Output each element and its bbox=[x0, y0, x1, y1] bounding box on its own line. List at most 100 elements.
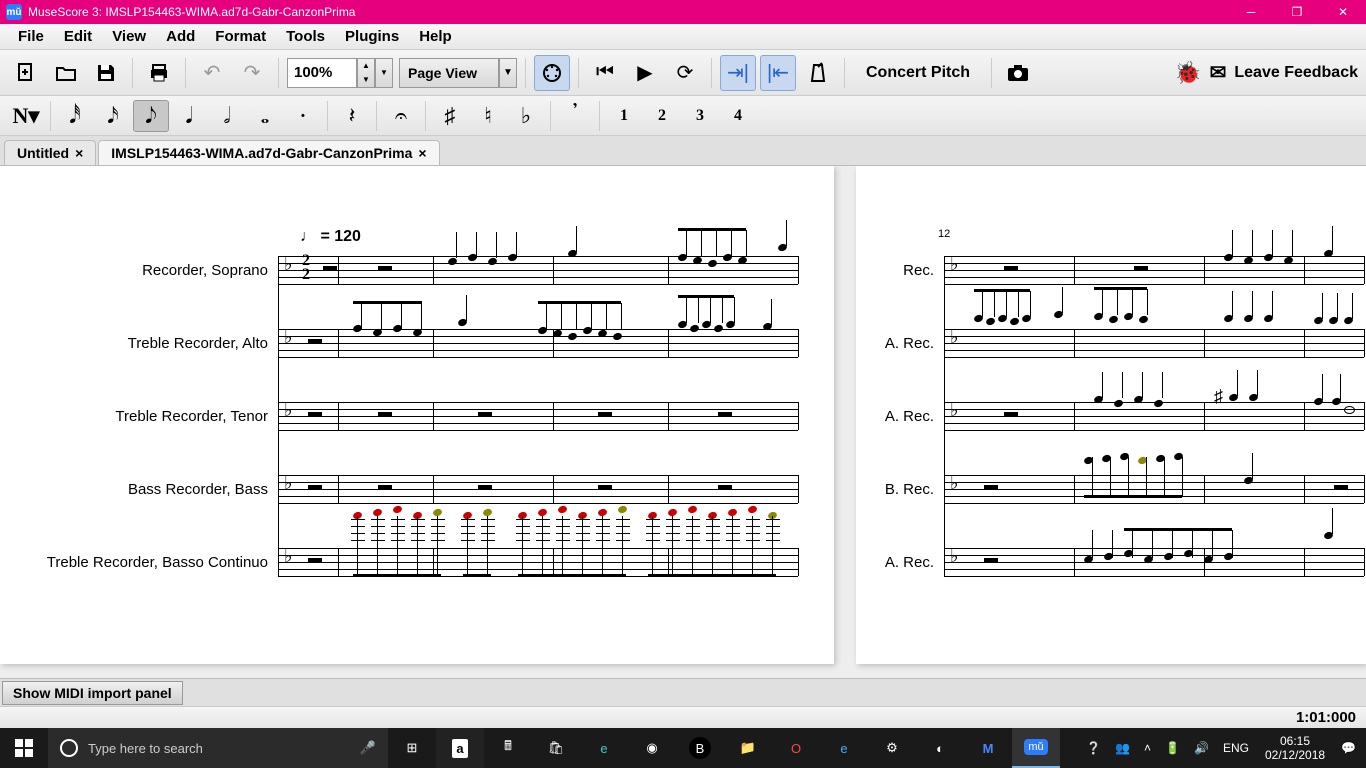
voice-1-button[interactable]: 1 bbox=[606, 100, 642, 132]
leave-feedback-button[interactable]: Leave Feedback bbox=[1234, 64, 1358, 82]
bug-icon[interactable]: 🐞 bbox=[1174, 60, 1201, 86]
save-button[interactable] bbox=[88, 55, 124, 91]
screenshot-button[interactable] bbox=[1000, 55, 1036, 91]
flat-button[interactable]: ♭ bbox=[508, 100, 544, 132]
sharp-button[interactable]: ♯ bbox=[432, 100, 468, 132]
mail-icon[interactable]: ✉ bbox=[1210, 60, 1227, 85]
menu-plugins[interactable]: Plugins bbox=[335, 26, 409, 47]
duration-whole-button[interactable]: 𝅝 bbox=[247, 100, 283, 132]
concert-pitch-button[interactable]: Concert Pitch bbox=[853, 57, 983, 89]
media-icon[interactable]: ◐ bbox=[916, 728, 964, 768]
taskbar-search[interactable]: Type here to search 🎤 bbox=[48, 728, 388, 768]
duration-16th-button[interactable]: 𝅘𝅥𝅯 bbox=[95, 100, 131, 132]
tab-label: IMSLP154463-WIMA.ad7d-Gabr-CanzonPrima bbox=[111, 145, 412, 161]
zoom-combo[interactable]: ▲▼ ▼ bbox=[287, 58, 393, 88]
zoom-spinner[interactable]: ▲▼ bbox=[357, 58, 375, 88]
tray-clock[interactable]: 06:1502/12/2018 bbox=[1257, 734, 1333, 763]
flip-button[interactable]: 𝄒 bbox=[557, 100, 593, 132]
redo-button[interactable]: ↷ bbox=[234, 55, 270, 91]
print-button[interactable] bbox=[141, 55, 177, 91]
menu-add[interactable]: Add bbox=[156, 26, 205, 47]
taskbar-pinned: ⊞ a 🖩 🛍 e ◉ B 📁 O e ⚙ ◐ M mŭ bbox=[388, 728, 1060, 768]
note-input-mode-button[interactable]: N▾ bbox=[8, 100, 44, 132]
loop-button[interactable]: ⟳ bbox=[667, 55, 703, 91]
voice-4-button[interactable]: 4 bbox=[720, 100, 756, 132]
view-mode-combo[interactable]: Page View ▼ bbox=[399, 58, 517, 88]
voice-3-button[interactable]: 3 bbox=[682, 100, 718, 132]
menu-view[interactable]: View bbox=[102, 26, 156, 47]
view-mode-label[interactable]: Page View bbox=[399, 58, 499, 88]
tab-close-icon[interactable]: × bbox=[75, 145, 83, 161]
zoom-input[interactable] bbox=[287, 58, 357, 88]
feedback-area: 🐞 ✉ Leave Feedback bbox=[1174, 60, 1358, 86]
opera-icon[interactable]: O bbox=[772, 728, 820, 768]
tab-close-icon[interactable]: × bbox=[418, 145, 426, 161]
zoom-dropdown[interactable]: ▼ bbox=[375, 58, 393, 88]
score-view[interactable]: ♩ = 120 Recorder, Soprano♭22Treble Recor… bbox=[0, 166, 1366, 678]
undo-button[interactable]: ↶ bbox=[194, 55, 230, 91]
store-icon[interactable]: 🛍 bbox=[532, 728, 580, 768]
main-toolbar: ↶ ↷ ▲▼ ▼ Page View ▼ ⏮ ▶ ⟳ ⇥| |⇤ Concert… bbox=[0, 50, 1366, 96]
duration-32nd-button[interactable]: 𝅘𝅥𝅰 bbox=[57, 100, 93, 132]
calculator-icon[interactable]: 🖩 bbox=[484, 728, 532, 768]
duration-8th-button[interactable]: 𝅘𝅥𝅮 bbox=[133, 100, 169, 132]
tab-untitled[interactable]: Untitled × bbox=[4, 140, 96, 165]
voice-2-button[interactable]: 2 bbox=[644, 100, 680, 132]
malwarebytes-icon[interactable]: M bbox=[964, 728, 1012, 768]
tray-language[interactable]: ENG bbox=[1217, 728, 1255, 768]
metronome-button[interactable] bbox=[800, 55, 836, 91]
close-button[interactable]: ✕ bbox=[1320, 0, 1366, 24]
menu-tools[interactable]: Tools bbox=[276, 26, 335, 47]
tempo-note-icon: ♩ bbox=[300, 228, 316, 245]
toolbar-separator bbox=[376, 101, 377, 131]
start-button[interactable] bbox=[0, 728, 48, 768]
minimize-button[interactable]: ─ bbox=[1228, 0, 1274, 24]
tray-notifications-icon[interactable]: 💬 bbox=[1335, 728, 1362, 768]
duration-dot-button[interactable]: · bbox=[285, 100, 321, 132]
duration-quarter-button[interactable]: 𝅘𝅥 bbox=[171, 100, 207, 132]
tray-help-icon[interactable]: ❔ bbox=[1080, 728, 1107, 768]
menu-format[interactable]: Format bbox=[205, 26, 276, 47]
duration-half-button[interactable]: 𝅗𝅥 bbox=[209, 100, 245, 132]
document-tabs: Untitled × IMSLP154463-WIMA.ad7d-Gabr-Ca… bbox=[0, 136, 1366, 166]
menu-edit[interactable]: Edit bbox=[54, 26, 102, 47]
menu-bar: File Edit View Add Format Tools Plugins … bbox=[0, 24, 1366, 50]
explorer-icon[interactable]: 📁 bbox=[724, 728, 772, 768]
edge-icon[interactable]: e bbox=[580, 728, 628, 768]
mic-icon[interactable]: 🎤 bbox=[360, 740, 376, 756]
natural-button[interactable]: ♮ bbox=[470, 100, 506, 132]
ie-icon[interactable]: e bbox=[820, 728, 868, 768]
settings-icon[interactable]: ⚙ bbox=[868, 728, 916, 768]
tray-volume-icon[interactable]: 🔊 bbox=[1188, 728, 1215, 768]
maximize-button[interactable]: ❐ bbox=[1274, 0, 1320, 24]
task-view-icon[interactable]: ⊞ bbox=[388, 728, 436, 768]
toolbar-separator bbox=[185, 58, 186, 88]
loop-out-button[interactable]: |⇤ bbox=[760, 55, 796, 91]
menu-help[interactable]: Help bbox=[409, 26, 462, 47]
tie-button[interactable]: 𝄐 bbox=[383, 100, 419, 132]
tab-label: Untitled bbox=[17, 145, 69, 161]
rewind-button[interactable]: ⏮ bbox=[587, 55, 623, 91]
view-mode-dropdown[interactable]: ▼ bbox=[499, 58, 517, 88]
tempo-marking[interactable]: ♩ = 120 bbox=[300, 228, 361, 246]
musescore-taskbar-icon[interactable]: mŭ bbox=[1012, 728, 1060, 768]
toolbar-separator bbox=[50, 101, 51, 131]
amazon-icon[interactable]: a bbox=[436, 728, 484, 768]
play-button[interactable]: ▶ bbox=[627, 55, 663, 91]
tray-chevron-icon[interactable]: ˄ bbox=[1138, 728, 1157, 768]
toolbar-separator bbox=[278, 58, 279, 88]
new-button[interactable] bbox=[8, 55, 44, 91]
toolbar-separator bbox=[844, 58, 845, 88]
chrome-icon[interactable]: ◉ bbox=[628, 728, 676, 768]
rest-button[interactable]: 𝄽 bbox=[334, 100, 370, 132]
show-midi-panel-button[interactable]: Show MIDI import panel bbox=[2, 681, 183, 705]
app-b-icon[interactable]: B bbox=[676, 728, 724, 768]
tray-people-icon[interactable]: 👥 bbox=[1109, 728, 1136, 768]
open-button[interactable] bbox=[48, 55, 84, 91]
toolbar-separator bbox=[132, 58, 133, 88]
midi-input-button[interactable] bbox=[534, 55, 570, 91]
menu-file[interactable]: File bbox=[8, 26, 54, 47]
tray-battery-icon[interactable]: 🔋 bbox=[1159, 728, 1186, 768]
tab-canzon-prima[interactable]: IMSLP154463-WIMA.ad7d-Gabr-CanzonPrima × bbox=[98, 140, 439, 165]
loop-in-button[interactable]: ⇥| bbox=[720, 55, 756, 91]
